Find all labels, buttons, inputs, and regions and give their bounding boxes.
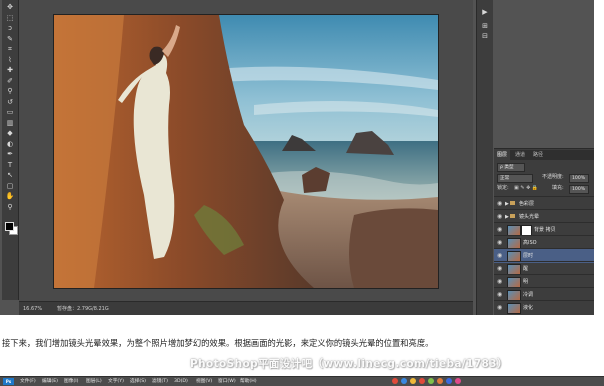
- blur-tool-icon[interactable]: ◆: [5, 129, 15, 137]
- history-brush-tool-icon[interactable]: ↺: [5, 98, 15, 106]
- history-icon[interactable]: ⊞: [481, 22, 489, 30]
- healing-brush-tool-icon[interactable]: ✚: [5, 66, 15, 74]
- tray-app-icon[interactable]: [419, 378, 425, 384]
- path-select-tool-icon[interactable]: ↖: [5, 171, 15, 179]
- opacity-input[interactable]: 100%: [569, 174, 589, 183]
- right-panel-dock: 图层 通道 路径 ρ 类型 正常 不透明度: 100% 锁定: ▣ ✎ ✥ 🔒 …: [494, 0, 594, 315]
- tray-app-icon[interactable]: [455, 378, 461, 384]
- photoshop-logo: Ps: [3, 378, 14, 385]
- tray-app-icon[interactable]: [428, 378, 434, 384]
- status-bar: 16.67% 暂存盘：2.79G/8.21G: [19, 301, 473, 315]
- shape-tool-icon[interactable]: ▢: [5, 182, 15, 190]
- zoom-level[interactable]: 16.67%: [23, 302, 42, 315]
- canvas-area[interactable]: [19, 0, 473, 301]
- tab-paths[interactable]: 路径: [530, 150, 546, 160]
- pen-tool-icon[interactable]: ✒: [5, 150, 15, 158]
- lock-label: 锁定:: [497, 185, 509, 191]
- document-size-info[interactable]: 暂存盘：2.79G/8.21G: [57, 302, 109, 315]
- folder-icon: [510, 214, 515, 218]
- lock-icons[interactable]: ▣ ✎ ✥ 🔒: [514, 184, 538, 193]
- layer-kind-filter[interactable]: ρ 类型: [497, 163, 525, 172]
- folder-icon: [510, 201, 515, 205]
- tray-app-icon[interactable]: [446, 378, 452, 384]
- marquee-tool-icon[interactable]: ⬚: [5, 14, 15, 22]
- tray-app-icon[interactable]: [437, 378, 443, 384]
- clone-stamp-tool-icon[interactable]: ⚲: [5, 87, 15, 95]
- lasso-tool-icon[interactable]: ↄ: [5, 24, 15, 32]
- photoshop-window: ✥ ⬚ ↄ ✎ ⌗ ⌇ ✚ ✐ ⚲ ↺ ▭ ▥ ◆ ◐ ✒ T ↖ ▢ ✋ ⚲: [0, 0, 594, 315]
- layer-thumbnail[interactable]: [507, 303, 521, 314]
- tray-app-icon[interactable]: [392, 378, 398, 384]
- quick-select-tool-icon[interactable]: ✎: [5, 35, 15, 43]
- blend-mode-select[interactable]: 正常: [497, 174, 533, 183]
- move-tool-icon[interactable]: ✥: [5, 3, 15, 11]
- tab-layers[interactable]: 图层: [494, 150, 511, 160]
- zoom-tool-icon[interactable]: ⚲: [5, 203, 15, 211]
- eraser-tool-icon[interactable]: ▭: [5, 108, 15, 116]
- toolbox: ✥ ⬚ ↄ ✎ ⌗ ⌇ ✚ ✐ ⚲ ↺ ▭ ▥ ◆ ◐ ✒ T ↖ ▢ ✋ ⚲: [2, 0, 19, 300]
- eyedropper-tool-icon[interactable]: ⌇: [5, 56, 15, 64]
- layers-panel: 图层 通道 路径 ρ 类型 正常 不透明度: 100% 锁定: ▣ ✎ ✥ 🔒 …: [494, 150, 594, 315]
- empty-panel-area: [494, 0, 594, 149]
- fill-label: 填充:: [552, 185, 564, 191]
- opacity-label: 不透明度:: [542, 174, 564, 180]
- collapsed-panel-icons: ▶ ⊞ ⊟: [476, 0, 493, 315]
- dodge-tool-icon[interactable]: ◐: [5, 140, 15, 148]
- watermark-text: PhotoShop平面设计吧（www.linecg.com/tieba/1783…: [190, 358, 508, 370]
- tray-app-icon[interactable]: [410, 378, 416, 384]
- layer-name: 液化: [523, 305, 534, 311]
- article-caption: 接下来，我们增加镜头光晕效果，为整个照片增加梦幻的效果。根据画面的光影，来定义你…: [2, 338, 434, 348]
- play-action-icon[interactable]: ▶: [481, 8, 489, 16]
- crop-tool-icon[interactable]: ⌗: [5, 45, 15, 53]
- lock-fill-row: 锁定: ▣ ✎ ✥ 🔒 填充: 100%: [494, 184, 594, 194]
- gradient-tool-icon[interactable]: ▥: [5, 119, 15, 127]
- foreground-color-swatch[interactable]: [5, 222, 14, 231]
- brush-tool-icon[interactable]: ✐: [5, 77, 15, 85]
- tray-app-icon[interactable]: [401, 378, 407, 384]
- fill-input[interactable]: 100%: [569, 185, 589, 194]
- blend-opacity-row: 正常 不透明度: 100%: [494, 173, 594, 183]
- tab-channels[interactable]: 通道: [512, 150, 528, 160]
- properties-icon[interactable]: ⊟: [481, 32, 489, 40]
- layer-filter-row: ρ 类型: [494, 162, 594, 172]
- type-tool-icon[interactable]: T: [5, 161, 15, 169]
- hand-tool-icon[interactable]: ✋: [5, 192, 15, 200]
- layers-panel-tabs: 图层 通道 路径: [494, 150, 594, 160]
- visibility-eye-icon[interactable]: ◉: [497, 301, 503, 315]
- photo-artwork: [54, 15, 438, 288]
- layer-row[interactable]: ◉ 液化: [494, 300, 594, 315]
- document-image[interactable]: [53, 14, 439, 289]
